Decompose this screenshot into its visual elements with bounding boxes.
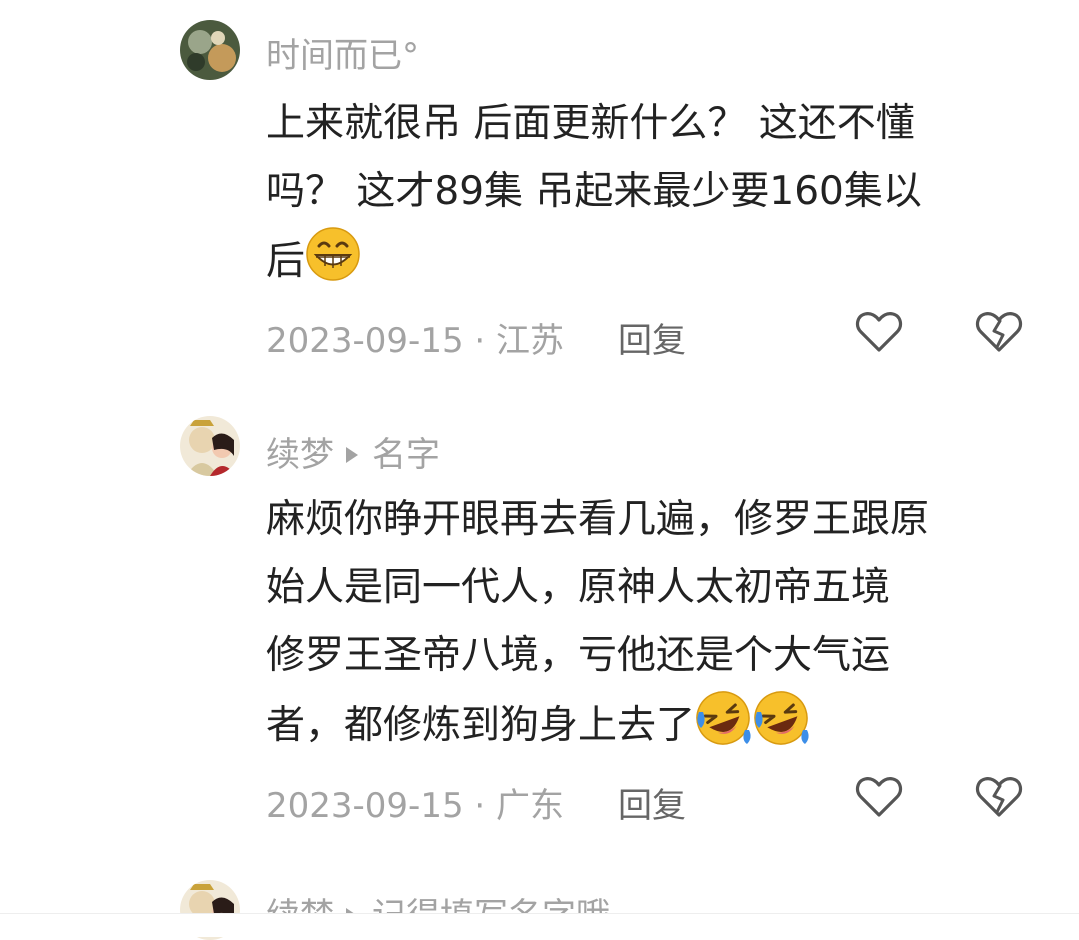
reply-button[interactable]: 回复: [618, 313, 686, 362]
meta-separator: ·: [474, 786, 486, 826]
comment-line: 后: [266, 226, 1036, 304]
username[interactable]: 时间而已°: [266, 28, 419, 77]
dislike-broken-heart-icon[interactable]: [974, 307, 1024, 357]
comment-meta: 2023-09-15 · 广东: [266, 778, 564, 827]
comment-date: 2023-09-15: [266, 786, 464, 826]
comment-text: 上来就很吊 后面更新什么？ 这还不懂 吗？ 这才89集 吊起来最少要160集以 …: [266, 90, 1036, 304]
avatar[interactable]: [180, 20, 240, 80]
comment-line: 上来就很吊 后面更新什么？ 这还不懂: [266, 101, 915, 146]
username-text[interactable]: 续梦: [266, 435, 334, 475]
username: 续梦 名字: [266, 427, 440, 476]
meta-separator: ·: [474, 321, 486, 361]
reply-arrow-icon: [346, 447, 358, 463]
grin-emoji: [305, 226, 361, 304]
comment-text: 麻烦你睁开眼再去看几遍，修罗王跟原 始人是同一代人，原神人太初帝五境 修罗王圣帝…: [266, 486, 1036, 768]
like-heart-icon[interactable]: [854, 772, 904, 822]
comment-line: 始人是同一代人，原神人太初帝五境: [266, 565, 891, 610]
comment-line: 修罗王圣帝八境，亏他还是个大气运: [266, 633, 891, 678]
comment-location: 江苏: [496, 321, 565, 361]
comment-line: 吗？ 这才89集 吊起来最少要160集以: [266, 169, 922, 214]
rofl-emoji: [753, 690, 811, 768]
comment-line: 麻烦你睁开眼再去看几遍，修罗王跟原: [266, 497, 930, 542]
comment-date: 2023-09-15: [266, 321, 464, 361]
comment-line: 者，都修炼到狗身上去了: [266, 690, 1036, 768]
like-heart-icon[interactable]: [854, 307, 904, 357]
comment-meta: 2023-09-15 · 江苏: [266, 313, 564, 362]
rofl-emoji: [695, 690, 753, 768]
bottom-bar: [0, 913, 1079, 937]
reply-button[interactable]: 回复: [618, 778, 686, 827]
avatar[interactable]: [180, 416, 240, 476]
comment-location: 广东: [496, 786, 565, 826]
reply-to-username[interactable]: 名字: [372, 435, 440, 475]
dislike-broken-heart-icon[interactable]: [974, 772, 1024, 822]
